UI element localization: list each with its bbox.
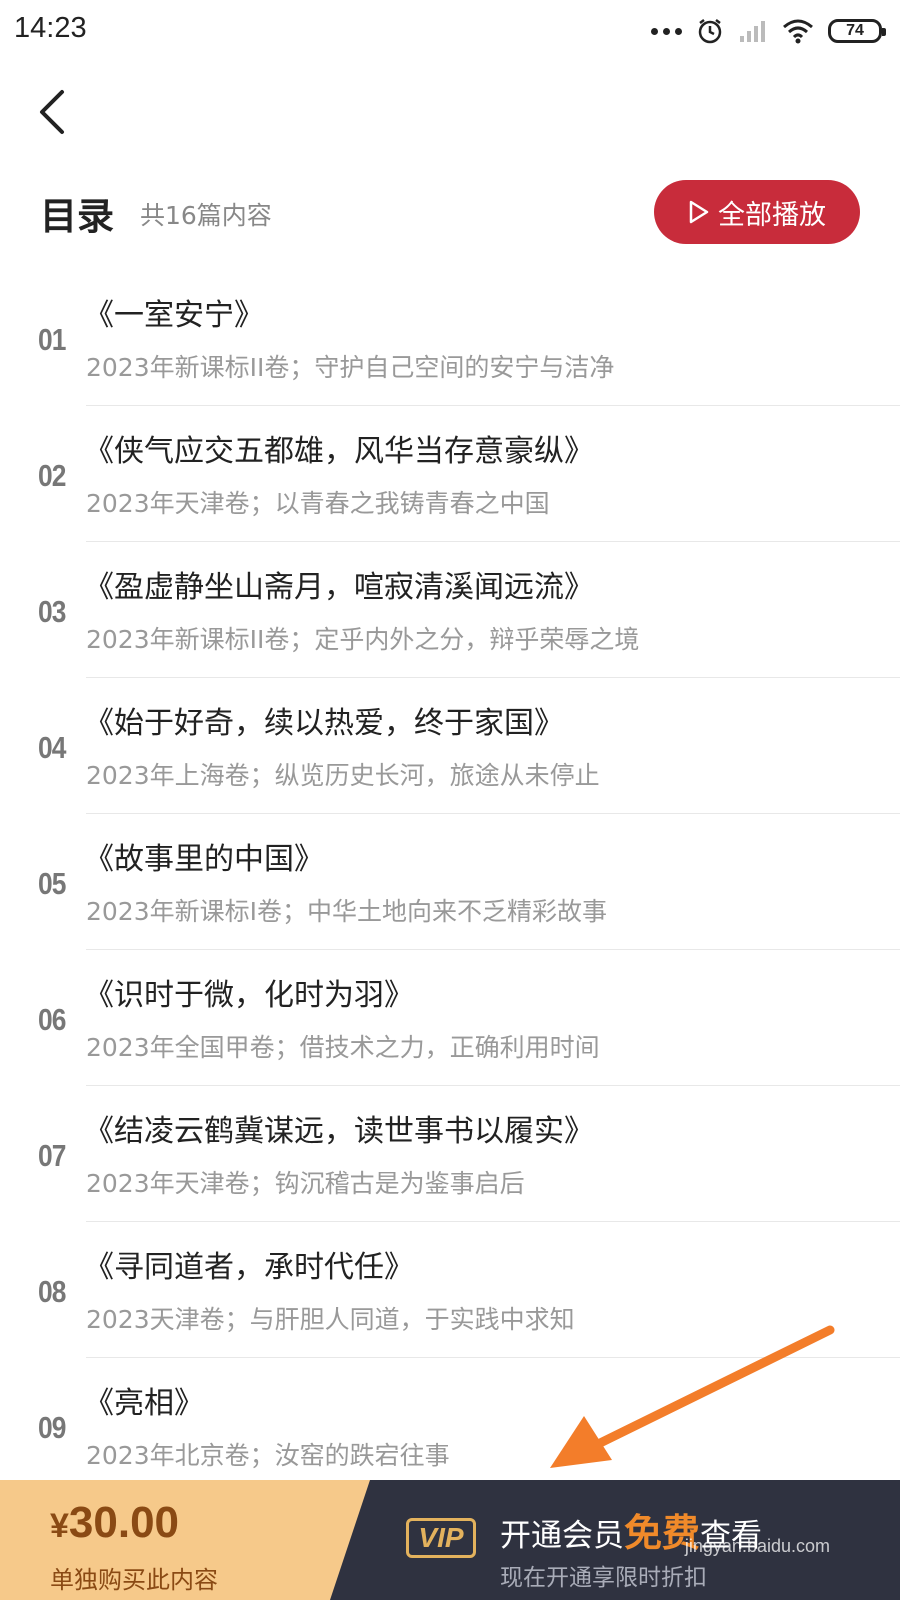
item-number: 05 (38, 866, 66, 901)
list-item[interactable]: 09 《亮相》 2023年北京卷；汝窑的跌宕往事 (0, 1358, 900, 1494)
play-all-label: 全部播放 (718, 199, 826, 231)
item-description: 2023年天津卷；以青春之我铸青春之中国 (86, 489, 550, 518)
list-item[interactable]: 01 《一室安宁》 2023年新课标II卷；守护自己空间的安宁与洁净 (0, 270, 900, 406)
item-number: 04 (38, 730, 66, 765)
price-block[interactable]: ¥30.00 (50, 1498, 179, 1548)
chapter-list: 01 《一室安宁》 2023年新课标II卷；守护自己空间的安宁与洁净 02 《侠… (0, 270, 900, 1494)
vip-subtitle: 现在开通享限时折扣 (500, 1565, 707, 1591)
item-title: 《结凌云鹤冀谋远，读世事书以履实》 (84, 1114, 594, 1149)
purchase-bar: ¥30.00 单独购买此内容 VIP 开通会员免费查看 现在开通享限时折扣 ji… (0, 1480, 900, 1600)
item-number: 07 (38, 1138, 66, 1173)
item-number: 06 (38, 1002, 66, 1037)
item-title: 《寻同道者，承时代任》 (84, 1250, 414, 1285)
content-count: 共16篇内容 (140, 201, 272, 230)
item-description: 2023年新课标I卷；中华土地向来不乏精彩故事 (86, 897, 607, 926)
item-number: 01 (38, 322, 66, 357)
signal-icon (740, 21, 765, 42)
play-all-button[interactable]: 全部播放 (654, 180, 860, 244)
currency-symbol: ¥ (50, 1507, 69, 1545)
back-arrow-icon (40, 90, 64, 134)
vip-open-button[interactable]: VIP 开通会员免费查看 现在开通享限时折扣 jingyan.baidu.com (330, 1480, 900, 1600)
more-dots-icon (651, 27, 682, 35)
page-title: 目录 (40, 195, 114, 238)
status-bar: 14:23 74 (0, 0, 900, 62)
list-item[interactable]: 04 《始于好奇，续以热爱，终于家国》 2023年上海卷；纵览历史长河，旅途从未… (0, 678, 900, 814)
vip-icon: VIP (406, 1518, 476, 1558)
single-purchase-label[interactable]: 单独购买此内容 (50, 1560, 218, 1595)
list-item[interactable]: 07 《结凌云鹤冀谋远，读世事书以履实》 2023年天津卷；钩沉稽古是为鉴事启后 (0, 1086, 900, 1222)
item-number: 08 (38, 1274, 66, 1309)
item-title: 《亮相》 (84, 1386, 204, 1421)
item-description: 2023年天津卷；钩沉稽古是为鉴事启后 (86, 1169, 525, 1198)
list-item[interactable]: 08 《寻同道者，承时代任》 2023天津卷；与肝胆人同道，于实践中求知 (0, 1222, 900, 1358)
catalog-header: 目录 共16篇内容 全部播放 (40, 180, 860, 244)
item-number: 03 (38, 594, 66, 629)
item-description: 2023年上海卷；纵览历史长河，旅途从未停止 (86, 761, 600, 790)
wifi-icon (783, 19, 813, 44)
item-number: 09 (38, 1410, 66, 1445)
status-time: 14:23 (14, 12, 87, 44)
item-description: 2023天津卷；与肝胆人同道，于实践中求知 (86, 1305, 575, 1334)
list-item[interactable]: 02 《侠气应交五都雄，风华当存意豪纵》 2023年天津卷；以青春之我铸青春之中… (0, 406, 900, 542)
item-description: 2023年北京卷；汝窑的跌宕往事 (86, 1441, 450, 1470)
play-icon (689, 200, 709, 224)
item-title: 《识时于微，化时为羽》 (84, 978, 414, 1013)
watermark: jingyan.baidu.com (684, 1536, 830, 1556)
status-icons: 74 (651, 14, 886, 48)
vip-prefix: 开通会员 (500, 1518, 624, 1554)
item-number: 02 (38, 458, 66, 493)
item-title: 《故事里的中国》 (84, 842, 324, 877)
back-button[interactable] (28, 84, 76, 140)
alarm-icon (698, 19, 722, 44)
list-item[interactable]: 05 《故事里的中国》 2023年新课标I卷；中华土地向来不乏精彩故事 (0, 814, 900, 950)
item-title: 《盈虚静坐山斋月，喧寂清溪闻远流》 (84, 570, 594, 605)
item-description: 2023年新课标II卷；定乎内外之分，辩乎荣辱之境 (86, 625, 640, 654)
item-description: 2023年全国甲卷；借技术之力，正确利用时间 (86, 1033, 600, 1062)
item-description: 2023年新课标II卷；守护自己空间的安宁与洁净 (86, 353, 615, 382)
item-title: 《始于好奇，续以热爱，终于家国》 (84, 706, 564, 741)
item-title: 《侠气应交五都雄，风华当存意豪纵》 (84, 434, 594, 469)
list-item[interactable]: 03 《盈虚静坐山斋月，喧寂清溪闻远流》 2023年新课标II卷；定乎内外之分，… (0, 542, 900, 678)
list-item[interactable]: 06 《识时于微，化时为羽》 2023年全国甲卷；借技术之力，正确利用时间 (0, 950, 900, 1086)
price-value: 30.00 (68, 1498, 180, 1547)
battery-icon: 74 (828, 19, 886, 43)
item-title: 《一室安宁》 (84, 298, 264, 333)
